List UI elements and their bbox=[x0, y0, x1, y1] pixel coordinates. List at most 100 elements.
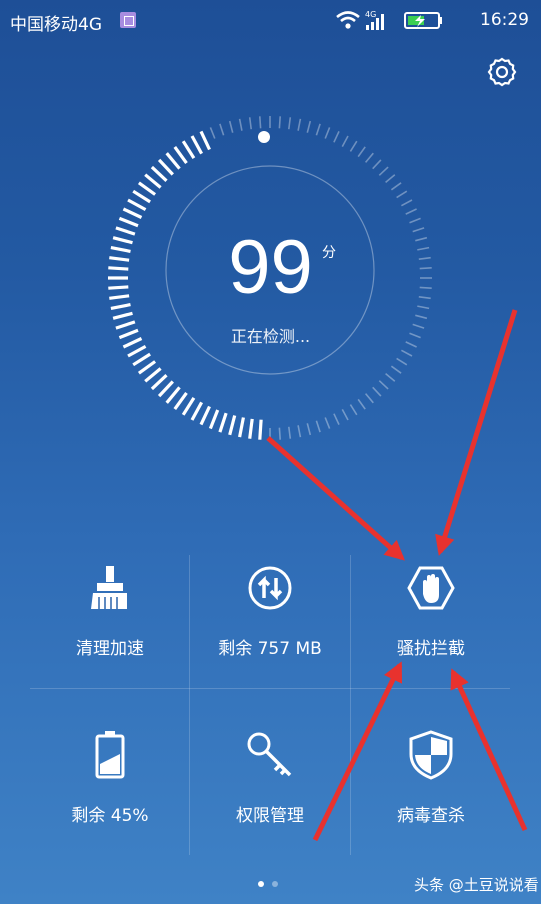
battery-icon bbox=[95, 731, 125, 779]
gauge-tick bbox=[372, 386, 382, 397]
gauge-tick bbox=[341, 409, 349, 421]
broom-icon bbox=[91, 566, 127, 609]
hand-block-icon bbox=[407, 566, 455, 610]
gauge-tick bbox=[144, 367, 162, 383]
tile-label: 剩余 45% bbox=[71, 806, 149, 826]
grid-divider bbox=[30, 688, 510, 689]
gauge-tick bbox=[297, 118, 302, 131]
gauge-tick bbox=[401, 199, 413, 207]
page-dot-active bbox=[258, 881, 264, 887]
page-indicator bbox=[256, 881, 286, 891]
gauge-tick bbox=[208, 409, 220, 430]
gauge-tick bbox=[118, 216, 139, 228]
gauge-tick bbox=[324, 127, 331, 139]
gauge-tick bbox=[278, 427, 281, 440]
score-unit: 分 bbox=[322, 245, 336, 261]
gauge-tick bbox=[385, 174, 396, 184]
gauge-tick bbox=[157, 380, 174, 398]
tile-permissions[interactable]: 权限管理 bbox=[190, 712, 350, 852]
gauge-tick bbox=[405, 208, 417, 215]
watermark: 头条 @土豆说说看 bbox=[414, 876, 539, 894]
tile-battery[interactable]: 剩余 45% bbox=[30, 712, 190, 852]
gauge-tick bbox=[150, 165, 168, 182]
gauge-tick bbox=[228, 120, 234, 133]
gauge-tick bbox=[390, 182, 402, 191]
gauge-tick bbox=[127, 198, 147, 212]
feature-grid: 清理加速 剩余 757 MB 骚扰拦截 剩余 45% 权限管理 病毒查杀 bbox=[0, 545, 541, 865]
gauge-tick bbox=[137, 181, 157, 196]
gauge-tick bbox=[315, 123, 321, 136]
gauge-tick bbox=[122, 207, 143, 219]
tile-label: 清理加速 bbox=[76, 639, 144, 659]
gauge-tick bbox=[248, 117, 252, 130]
gauge-tick bbox=[385, 372, 396, 382]
arrow bbox=[266, 436, 405, 561]
tile-label: 骚扰拦截 bbox=[397, 639, 465, 659]
gauge-tick bbox=[396, 357, 408, 366]
gauge-tick bbox=[357, 398, 366, 410]
gauge-tick bbox=[349, 404, 358, 416]
gauge-tick bbox=[258, 419, 263, 440]
gauge-tick bbox=[248, 418, 254, 439]
gauge-tick bbox=[306, 120, 312, 133]
tile-harass-block[interactable]: 骚扰拦截 bbox=[351, 545, 511, 685]
gauge-tick bbox=[219, 123, 225, 136]
tile-virus-scan[interactable]: 病毒查杀 bbox=[351, 712, 511, 852]
gauge-tick bbox=[378, 166, 389, 176]
gauge-tick bbox=[288, 426, 292, 439]
gauge-tick bbox=[401, 349, 413, 357]
gauge-tick bbox=[333, 413, 340, 425]
gauge-tick bbox=[218, 412, 228, 433]
gauge-tick bbox=[137, 360, 157, 375]
gauge-tick bbox=[349, 140, 358, 152]
gauge-tick bbox=[372, 159, 382, 170]
tile-label: 剩余 757 MB bbox=[218, 639, 322, 659]
tile-label: 权限管理 bbox=[236, 806, 304, 826]
gauge-tick bbox=[306, 423, 312, 436]
gauge-tick bbox=[199, 405, 211, 426]
key-icon bbox=[247, 732, 292, 777]
gauge-tick bbox=[259, 116, 262, 129]
gauge-tick bbox=[238, 118, 243, 131]
gauge-tick bbox=[132, 352, 151, 367]
tile-memory[interactable]: 剩余 757 MB bbox=[190, 545, 350, 685]
gauge-tick bbox=[238, 417, 245, 438]
gauge-tick bbox=[357, 146, 366, 158]
gauge-tick bbox=[409, 217, 421, 224]
gauge-tick bbox=[144, 173, 162, 189]
gauge-tick bbox=[157, 158, 174, 176]
gauge-tick bbox=[341, 135, 349, 147]
gauge-tick bbox=[132, 189, 151, 204]
gauge-tick bbox=[278, 116, 281, 129]
gauge-tick bbox=[333, 131, 340, 143]
gauge-tick bbox=[209, 127, 216, 139]
gauge-tick bbox=[364, 152, 374, 163]
gauge-tick bbox=[297, 425, 302, 438]
gauge-tick bbox=[190, 135, 204, 155]
gauge-tick bbox=[112, 311, 133, 320]
gauge-tick bbox=[390, 365, 402, 374]
gauge-tick bbox=[127, 344, 147, 358]
shield-icon bbox=[409, 730, 453, 780]
score-value: 99 bbox=[228, 225, 313, 310]
gauge-tick bbox=[324, 417, 331, 429]
tile-label: 病毒查杀 bbox=[397, 806, 465, 826]
tile-clean-speedup[interactable]: 清理加速 bbox=[30, 545, 190, 685]
gauge-tick bbox=[165, 152, 181, 170]
gauge-tick bbox=[396, 190, 408, 199]
gauge-tick bbox=[199, 130, 211, 151]
gauge-tick bbox=[364, 393, 374, 404]
gauge-tick bbox=[181, 397, 196, 416]
gauge-progress-dot bbox=[258, 131, 270, 143]
gauge-tick bbox=[315, 420, 321, 433]
gauge-tick bbox=[181, 140, 196, 159]
gauge-tick bbox=[173, 391, 188, 411]
gauge-tick bbox=[415, 314, 428, 320]
gauge-tick bbox=[173, 145, 188, 165]
gauge-tick bbox=[288, 117, 292, 130]
scan-status: 正在检测... bbox=[230, 327, 311, 346]
gauge-tick bbox=[190, 401, 204, 421]
gauge-tick bbox=[150, 374, 168, 391]
gauge-tick bbox=[165, 386, 181, 404]
gauge-tick bbox=[228, 415, 237, 436]
